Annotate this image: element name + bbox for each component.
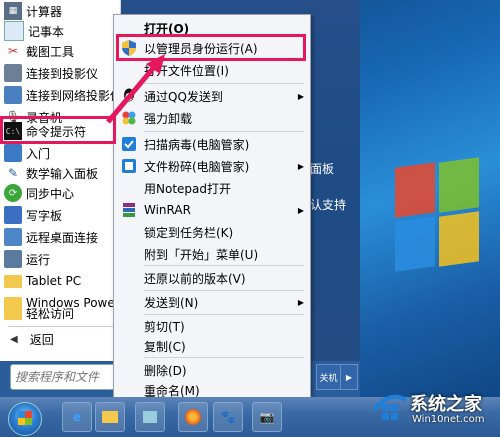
scissors-icon: ✂	[7, 44, 19, 58]
watermark-logo: 系统之家 Win10net.com	[372, 384, 498, 434]
notepad-icon	[4, 21, 24, 41]
menu-item-force-uninstall[interactable]: 强力卸载	[114, 107, 310, 129]
taskbar-explorer-button[interactable]	[95, 402, 125, 432]
watermark-title: 系统之家	[410, 394, 482, 415]
calculator-icon: ▦	[4, 2, 22, 20]
program-math-input[interactable]: ✎ 数学输入面板	[0, 162, 120, 184]
watermark-subtitle: Win10net.com	[412, 414, 485, 425]
program-notepad[interactable]: 记事本	[0, 20, 120, 42]
menu-item-send-to[interactable]: 发送到(N) ▶	[114, 291, 310, 313]
control-panel-link[interactable]: 面板	[310, 160, 334, 177]
program-getting-started[interactable]: 入门	[0, 142, 120, 164]
menu-separator	[144, 131, 304, 132]
remote-desktop-icon	[4, 228, 22, 246]
menu-item-restore-previous-versions[interactable]: 还原以前的版本(V)	[114, 267, 310, 289]
menu-item-winrar[interactable]: WinRAR ▶	[114, 199, 310, 221]
program-wordpad[interactable]: 写字板	[0, 204, 120, 226]
program-sync-center[interactable]: ⟳ 同步中心	[0, 182, 120, 204]
folder-tablet-pc[interactable]: Tablet PC	[0, 270, 120, 292]
submenu-arrow-icon: ▶	[297, 205, 304, 215]
menu-item-open-with-notepad[interactable]: 用Notepad打开	[114, 177, 310, 199]
tencent-scan-icon	[120, 135, 138, 153]
menu-item-file-shredder[interactable]: 文件粉碎(电脑管家) ▶	[114, 155, 310, 177]
watermark-icon	[372, 394, 408, 420]
menu-item-pin-to-taskbar[interactable]: 锁定到任务栏(K)	[114, 221, 310, 243]
paw-icon: 🐾	[220, 410, 236, 424]
back-arrow-icon: ◀	[10, 333, 18, 345]
math-input-icon: ✎	[7, 166, 19, 180]
shutdown-button[interactable]: 关机	[316, 364, 341, 390]
windows-flag-icon	[18, 411, 32, 425]
submenu-arrow-icon: ▶	[297, 91, 304, 101]
menu-item-send-via-qq[interactable]: 通过QQ发送到 ▶	[114, 85, 310, 107]
projector-icon	[4, 64, 22, 82]
shutdown-options-button[interactable]: ▶	[340, 364, 358, 390]
folder-icon	[4, 274, 22, 288]
menu-separator	[144, 265, 304, 266]
start-button[interactable]	[8, 402, 42, 436]
menu-item-pin-to-start[interactable]: 附到「开始」菜单(U)	[114, 243, 310, 265]
submenu-arrow-icon: ▶	[297, 161, 304, 171]
highlight-command-prompt	[0, 116, 116, 144]
taskbar-firefox-button[interactable]	[178, 402, 208, 432]
program-calculator[interactable]: ▦ 计算器	[0, 0, 120, 22]
network-projector-icon	[4, 86, 22, 104]
folder-icon	[4, 306, 22, 320]
taskbar-baidu-button[interactable]: 🐾	[213, 402, 243, 432]
start-menu-programs: ▦ 计算器 记事本 ✂ 截图工具 连接到投影仪 连接到网络投影仪 🎙 录音机 C…	[0, 0, 121, 361]
menu-item-delete[interactable]: 删除(D)	[114, 359, 310, 381]
firefox-icon	[185, 409, 201, 425]
chevron-right-icon: ▶	[345, 372, 353, 382]
divider	[8, 326, 116, 327]
ie-icon: e	[72, 410, 82, 424]
program-connect-projector[interactable]: 连接到投影仪	[0, 62, 120, 84]
windows-logo	[395, 157, 500, 295]
qq-icon	[120, 87, 138, 105]
tencent-shred-icon	[120, 157, 138, 175]
window-icon	[143, 411, 157, 423]
default-programs-link[interactable]: 认支持	[310, 196, 346, 213]
uninstall-icon	[120, 109, 138, 127]
run-icon	[4, 250, 22, 268]
menu-separator	[144, 83, 304, 84]
taskbar-ie-button[interactable]: e	[62, 402, 92, 432]
menu-separator	[144, 357, 304, 358]
folder-icon	[102, 411, 118, 423]
context-menu: 打开(O) 以管理员身份运行(A) 打开文件位置(I) 通过QQ发送到 ▶ 强力…	[113, 14, 311, 413]
sync-center-icon: ⟳	[4, 184, 22, 202]
program-remote-desktop[interactable]: 远程桌面连接	[0, 226, 120, 248]
menu-item-scan-virus[interactable]: 扫描病毒(电脑管家)	[114, 133, 310, 155]
menu-item-copy[interactable]: 复制(C)	[114, 335, 310, 357]
taskbar-camera-button[interactable]: 📷	[252, 402, 282, 432]
menu-item-open-file-location[interactable]: 打开文件位置(I)	[114, 59, 310, 81]
taskbar-app-button[interactable]	[135, 402, 165, 432]
highlight-run-as-admin	[116, 34, 306, 61]
submenu-arrow-icon: ▶	[297, 297, 304, 307]
menu-item-cut[interactable]: 剪切(T)	[114, 315, 310, 337]
camera-icon: 📷	[259, 410, 275, 424]
folder-ease-of-access[interactable]: 轻松访问	[0, 302, 120, 324]
program-network-projector[interactable]: 连接到网络投影仪	[0, 84, 120, 106]
program-run[interactable]: 运行	[0, 248, 120, 270]
back-button[interactable]: ◀ 返回	[0, 328, 120, 350]
program-snipping-tool[interactable]: ✂ 截图工具	[0, 40, 120, 62]
wordpad-icon	[4, 206, 22, 224]
getting-started-icon	[4, 144, 22, 162]
winrar-icon	[120, 201, 138, 219]
